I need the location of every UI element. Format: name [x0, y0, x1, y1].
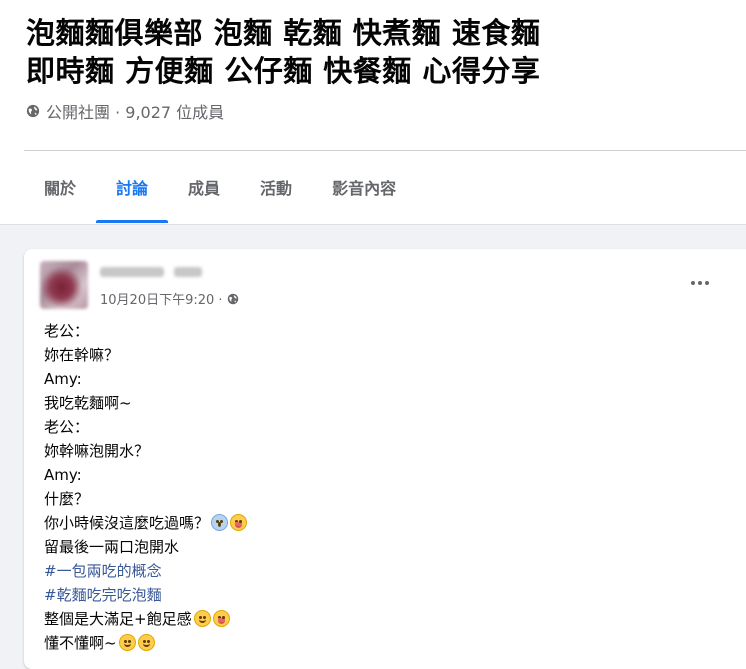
ellipsis-icon	[691, 281, 695, 285]
post-line-text: 你小時候沒這麼吃過嗎？	[44, 514, 210, 532]
post-line-with-emoji: 整個是大滿足+飽足感	[44, 607, 724, 631]
hashtag-line: #一包兩吃的概念	[44, 559, 724, 583]
group-meta: 公開社團 · 9,027 位成員	[26, 99, 224, 123]
relieved-face-emoji-icon	[137, 634, 155, 651]
ellipsis-icon	[705, 281, 709, 285]
winking-tongue-emoji-icon	[230, 514, 248, 531]
avatar[interactable]	[40, 261, 88, 309]
yum-face-emoji-icon	[193, 610, 211, 627]
winking-tongue-emoji-icon	[212, 610, 230, 627]
hashtag-line: #乾麵吃完吃泡麵	[44, 583, 724, 607]
ellipsis-icon	[698, 281, 702, 285]
post-line-text: 懂不懂啊~	[44, 634, 117, 652]
post-line: 妳幹嘛泡開水？	[44, 442, 150, 460]
timestamp-text[interactable]: 10月20日下午9:20 ·	[100, 289, 223, 308]
screaming-face-emoji-icon	[211, 514, 229, 531]
blurred-name-part	[174, 267, 202, 277]
globe-icon	[227, 293, 238, 304]
group-tabs: 關於 討論 成員 活動 影音內容	[24, 151, 416, 223]
tab-discussion[interactable]: 討論	[96, 151, 169, 223]
tab-about[interactable]: 關於	[24, 151, 96, 223]
post-line-text: 整個是大滿足+飽足感	[44, 610, 192, 628]
post-line: 我吃乾麵啊~	[44, 394, 132, 412]
tab-events[interactable]: 活動	[240, 151, 312, 223]
post-line: 老公：	[44, 418, 90, 436]
hashtag-link[interactable]: #乾麵吃完吃泡麵	[44, 586, 162, 604]
post-timestamp: 10月20日下午9:20 ·	[100, 289, 239, 308]
group-meta-text: 公開社團 · 9,027 位成員	[46, 103, 225, 122]
globe-icon	[26, 104, 40, 118]
post-body: 老公： 妳在幹嘛？ Amy: 我吃乾麵啊~ 老公： 妳幹嘛泡開水？ Amy: 什…	[44, 319, 724, 655]
post-line: 妳在幹嘛？	[44, 346, 120, 364]
post-line-with-emoji: 懂不懂啊~	[44, 631, 724, 655]
post-line-with-emoji: 你小時候沒這麼吃過嗎？	[44, 511, 724, 535]
post-line: 留最後一兩口泡開水	[44, 538, 180, 556]
grinning-squint-emoji-icon	[118, 634, 136, 651]
tab-members[interactable]: 成員	[168, 151, 240, 223]
post-line: 老公：	[44, 322, 90, 340]
post-line: Amy:	[44, 466, 82, 484]
post-line: 什麼？	[44, 490, 90, 508]
tab-media[interactable]: 影音內容	[312, 151, 416, 223]
blurred-name-part	[100, 267, 164, 277]
more-options-button[interactable]	[684, 271, 716, 295]
author-name-blurred[interactable]	[100, 267, 202, 277]
group-header: 泡麵麵俱樂部 泡麵 乾麵 快煮麵 速食麵 即時麵 方便麵 公仔麵 快餐麵 心得分…	[0, 0, 746, 225]
post-line: Amy:	[44, 370, 82, 388]
group-title-line1: 泡麵麵俱樂部 泡麵 乾麵 快煮麵 速食麵	[26, 16, 541, 50]
group-title[interactable]: 泡麵麵俱樂部 泡麵 乾麵 快煮麵 速食麵 即時麵 方便麵 公仔麵 快餐麵 心得分…	[26, 14, 726, 90]
group-title-line2: 即時麵 方便麵 公仔麵 快餐麵 心得分享	[26, 54, 541, 88]
post-card: 10月20日下午9:20 · 老公： 妳在幹嘛？ Amy: 我吃乾麵啊~ 老公：…	[24, 249, 746, 669]
hashtag-link[interactable]: #一包兩吃的概念	[44, 562, 162, 580]
